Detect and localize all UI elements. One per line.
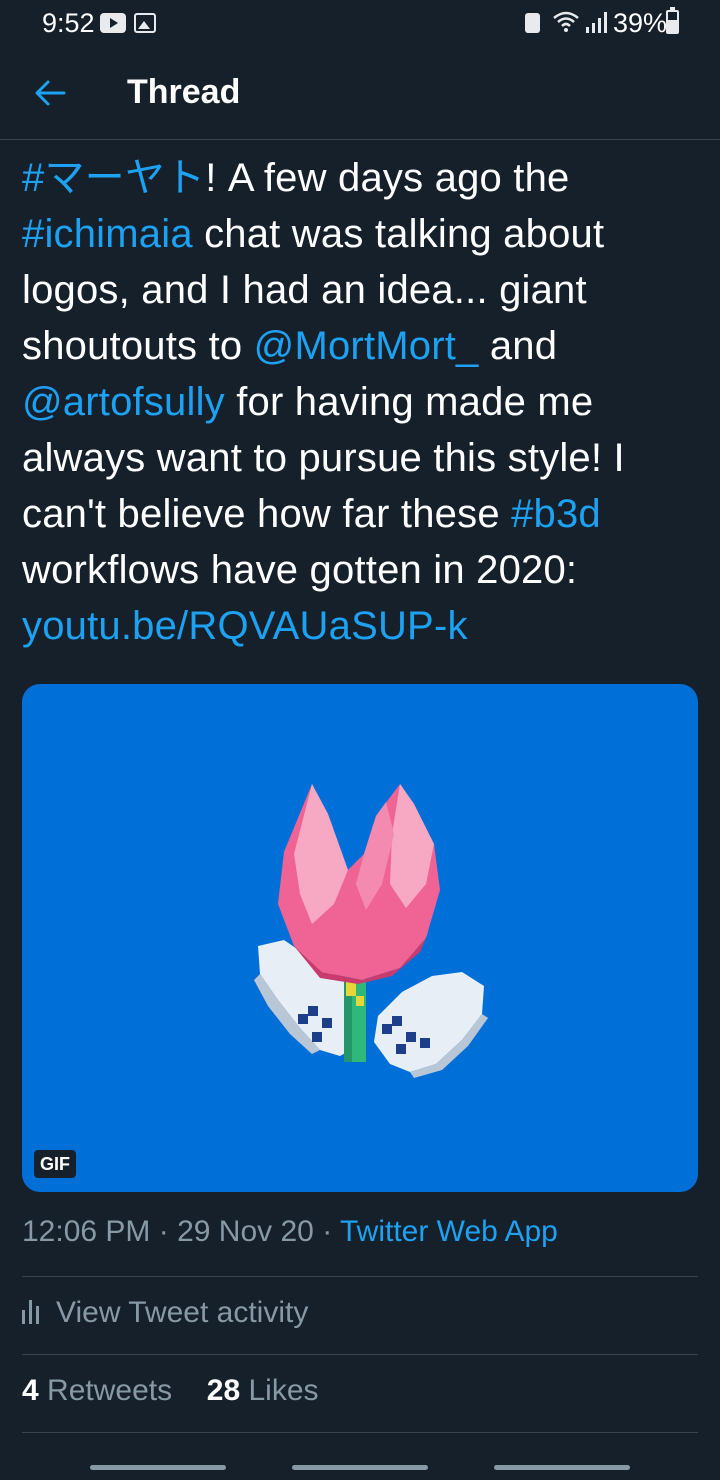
right-wing bbox=[374, 972, 488, 1078]
wifi-icon bbox=[553, 11, 579, 32]
back-button[interactable] bbox=[26, 70, 74, 118]
likes-count: 28 bbox=[206, 1374, 241, 1407]
likes-label: Likes bbox=[248, 1374, 319, 1407]
meta-separator: · bbox=[150, 1215, 178, 1248]
retweets-count: 4 bbox=[22, 1374, 39, 1407]
nav-bar-segment bbox=[494, 1465, 630, 1470]
divider bbox=[22, 1432, 698, 1433]
image-notification-icon bbox=[134, 13, 156, 33]
battery-icon bbox=[666, 7, 679, 34]
winged-flower-image bbox=[254, 784, 488, 1078]
tweet-text: #マーヤト! A few days ago the #ichimaia chat… bbox=[22, 150, 702, 654]
signal-icon bbox=[586, 12, 607, 33]
battery-level: 39% bbox=[613, 8, 668, 38]
tweet-media-gif[interactable]: GIF bbox=[22, 684, 698, 1192]
hashtag-link[interactable]: #マーヤト bbox=[22, 156, 205, 200]
divider bbox=[22, 1276, 698, 1277]
tweet-text-segment: workflows have gotten in 2020: bbox=[22, 548, 578, 592]
thread-header: Thread bbox=[0, 46, 720, 140]
tweet-source-link[interactable]: Twitter Web App bbox=[340, 1215, 558, 1248]
status-time: 9:52 bbox=[42, 8, 95, 38]
tweet-text-segment: ! A few days ago the bbox=[205, 156, 570, 200]
mention-link[interactable]: @MortMort_ bbox=[254, 324, 479, 368]
retweets-label: Retweets bbox=[47, 1374, 173, 1407]
youtube-notification-icon bbox=[100, 13, 126, 33]
tweet-stats: 4 Retweets 28 Likes bbox=[22, 1374, 319, 1408]
url-link[interactable]: youtu.be/RQVAUaSUP-k bbox=[22, 604, 468, 648]
lock-icon bbox=[525, 13, 540, 33]
view-tweet-activity-button[interactable]: View Tweet activity bbox=[22, 1296, 308, 1330]
gif-badge: GIF bbox=[34, 1150, 76, 1178]
mention-link[interactable]: @artofsully bbox=[22, 380, 225, 424]
tweet-time: 12:06 PM bbox=[22, 1215, 151, 1248]
likes-stat[interactable]: 28 Likes bbox=[207, 1374, 319, 1407]
status-bar: 9:52 39% bbox=[0, 0, 720, 46]
view-tweet-activity-label: View Tweet activity bbox=[56, 1296, 309, 1329]
analytics-bars-icon bbox=[22, 1300, 40, 1324]
nav-bar-segment bbox=[90, 1465, 226, 1470]
tweet-text-segment: and bbox=[478, 324, 558, 368]
tweet-meta: 12:06 PM · 29 Nov 20 · Twitter Web App bbox=[22, 1215, 558, 1249]
divider bbox=[22, 1354, 698, 1355]
tweet-date: 29 Nov 20 bbox=[177, 1215, 314, 1248]
stem bbox=[344, 972, 366, 1062]
nav-bar-segment bbox=[292, 1465, 428, 1470]
flower-petals bbox=[278, 784, 440, 984]
hashtag-link[interactable]: #b3d bbox=[511, 492, 601, 536]
meta-separator: · bbox=[313, 1215, 340, 1248]
retweets-stat[interactable]: 4 Retweets bbox=[22, 1374, 172, 1407]
hashtag-link[interactable]: #ichimaia bbox=[22, 212, 193, 256]
page-title: Thread bbox=[127, 73, 241, 111]
arrow-left-icon bbox=[35, 80, 66, 106]
